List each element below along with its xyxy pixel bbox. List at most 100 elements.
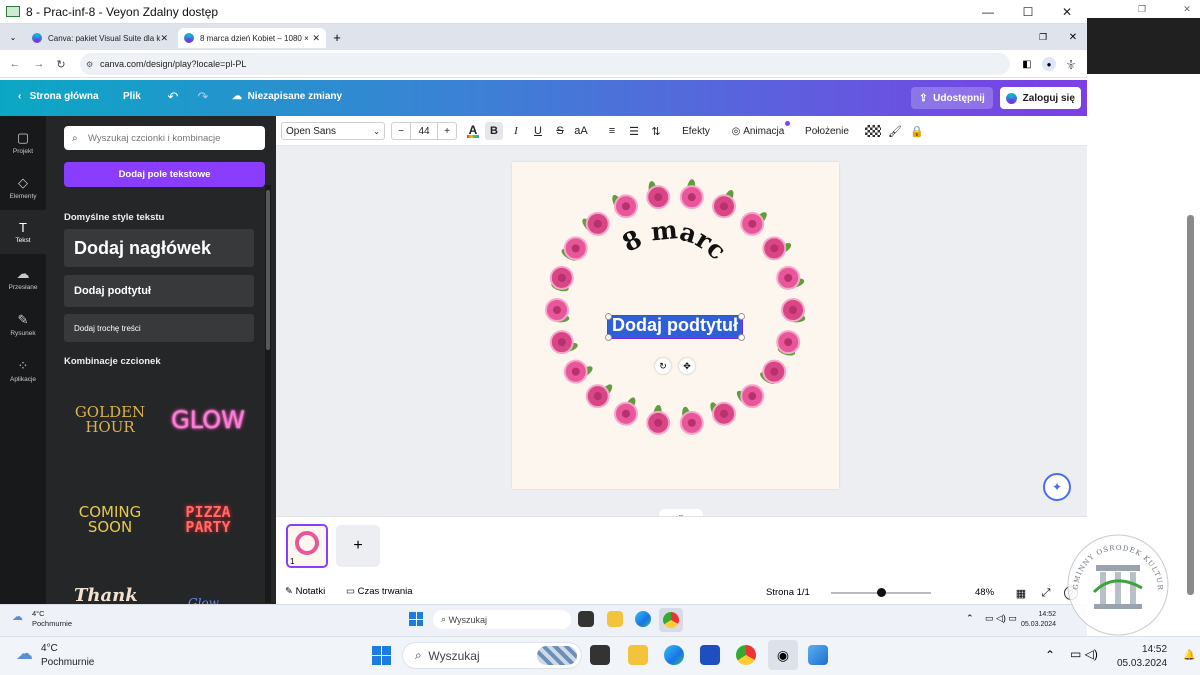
fullscreen-icon[interactable]: ⤢ — [1039, 586, 1053, 600]
grid-view-icon[interactable]: ▦ — [1014, 586, 1028, 600]
tray-chevron-icon[interactable]: ⌃ — [966, 613, 974, 624]
resize-handle[interactable] — [605, 334, 612, 341]
resize-handle[interactable] — [605, 313, 612, 320]
resize-handle[interactable] — [738, 334, 745, 341]
close-tab-icon[interactable]: ✕ — [160, 33, 168, 44]
profile-icon[interactable]: ● — [1042, 57, 1056, 71]
sidepanel-icon[interactable]: ◧ — [1020, 57, 1034, 71]
font-size-increase[interactable]: + — [437, 122, 457, 140]
login-button[interactable]: Zaloguj się — [1000, 87, 1081, 109]
redo-icon[interactable]: ↷ — [195, 89, 211, 105]
taskview-icon[interactable] — [590, 645, 610, 665]
rotate-icon[interactable]: ↻ — [655, 358, 671, 374]
add-heading-button[interactable]: Dodaj nagłówek — [64, 229, 254, 267]
home-link[interactable]: ‹ Strona główna — [18, 91, 99, 102]
zoom-value[interactable]: 48% — [975, 587, 994, 598]
browser-close-icon[interactable]: ✕ — [1066, 30, 1080, 44]
share-button[interactable]: ⇪ Udostępnij — [911, 87, 993, 109]
remote-clock[interactable]: 14:52 05.03.2024 — [1021, 610, 1056, 630]
letter-case-button[interactable]: aA — [572, 122, 590, 140]
host-search-box[interactable]: ⌕ Wyszukaj — [402, 642, 582, 669]
panel-scroll-thumb[interactable] — [266, 190, 270, 350]
menu-dots-icon[interactable]: ⋮ — [1064, 57, 1078, 71]
maximize-button[interactable]: ☐ — [1008, 0, 1048, 24]
effects-button[interactable]: Efekty — [676, 122, 716, 140]
combo-golden-hour[interactable]: GOLDEN HOUR — [64, 392, 156, 448]
new-tab-button[interactable]: + — [330, 30, 344, 45]
font-size-input[interactable]: 44 — [411, 122, 437, 140]
remote-weather[interactable]: 4°C Pochmurnie — [32, 609, 72, 629]
host-weather[interactable]: 4°C Pochmurnie — [41, 642, 94, 670]
rail-item-tekst[interactable]: T Tekst — [0, 210, 46, 254]
align-center-icon[interactable]: ≡ — [603, 122, 621, 140]
selected-text[interactable]: Dodaj podtytuł — [608, 315, 742, 336]
font-size-decrease[interactable]: − — [391, 122, 411, 140]
windows-start-icon[interactable] — [372, 646, 391, 665]
minimize-button[interactable]: — — [968, 0, 1008, 24]
tab-canva-visual-suite[interactable]: Canva: pakiet Visual Suite dla k ✕ — [26, 28, 174, 48]
magic-assistant-icon[interactable]: ✦ — [1043, 473, 1071, 501]
url-field[interactable]: ⚙ canva.com/design/play?locale=pl-PL ☆ — [80, 53, 1076, 75]
rail-item-przeslane[interactable]: ☁ Przesłane — [0, 256, 46, 300]
tray-chevron-icon[interactable]: ⌃ — [1045, 648, 1055, 662]
host-restore-icon[interactable]: ❐ — [1133, 3, 1151, 15]
resize-handle[interactable] — [738, 313, 745, 320]
rail-item-elementy[interactable]: ◇ Elementy — [0, 165, 46, 209]
explorer-icon[interactable] — [628, 645, 648, 665]
duration-button[interactable]: ▭ Czas trwania — [346, 586, 413, 597]
notification-icon[interactable]: 🔔 — [1183, 650, 1195, 661]
font-search-input[interactable]: ⌕ Wyszukaj czcionki i kombinacje — [64, 126, 265, 150]
add-textbox-button[interactable]: Dodaj pole tekstowe — [64, 162, 265, 187]
list-icon[interactable]: ☰ — [625, 122, 643, 140]
rail-item-projekt[interactable]: ▢ Projekt — [0, 120, 46, 164]
host-close-icon[interactable]: ✕ — [1180, 3, 1194, 15]
add-body-button[interactable]: Dodaj trochę treści — [64, 314, 254, 342]
underline-button[interactable]: U — [529, 122, 547, 140]
host-clock[interactable]: 14:52 05.03.2024 — [1117, 643, 1167, 671]
add-page-button[interactable]: + — [336, 525, 380, 567]
store-icon[interactable] — [700, 645, 720, 665]
site-info-icon[interactable]: ⚙ — [86, 60, 93, 69]
combo-thank[interactable]: Thank — [74, 585, 154, 604]
transparency-icon[interactable] — [865, 125, 881, 137]
edge-icon[interactable] — [664, 645, 684, 665]
italic-button[interactable]: I — [507, 122, 525, 140]
paint-roller-icon[interactable]: 🖌 — [887, 122, 903, 140]
tray-network-sound-icon[interactable]: ▭ ◁) — [1070, 647, 1098, 661]
forward-icon[interactable]: → — [32, 57, 46, 71]
close-window-button[interactable]: ✕ — [1047, 0, 1087, 24]
zoom-slider-thumb[interactable] — [877, 588, 886, 597]
undo-icon[interactable]: ↶ — [165, 89, 181, 105]
page-counter[interactable]: Strona 1/1 — [766, 587, 810, 598]
browser-restore-icon[interactable]: ❐ — [1036, 30, 1050, 44]
reload-icon[interactable]: ↻ — [54, 57, 68, 71]
chrome-icon[interactable] — [736, 645, 756, 665]
explorer-icon[interactable] — [607, 611, 623, 627]
move-icon[interactable]: ✥ — [679, 358, 695, 374]
edge-icon[interactable] — [635, 611, 651, 627]
host-scrollbar[interactable] — [1187, 215, 1194, 595]
font-family-select[interactable]: Open Sans ⌄ — [281, 122, 385, 140]
windows-start-icon[interactable] — [409, 612, 423, 626]
spacing-icon[interactable]: ⇅ — [647, 122, 665, 140]
bold-button[interactable]: B — [485, 122, 503, 140]
tray-network-sound-icon[interactable]: ▭ ◁) ▭ — [985, 613, 1017, 624]
taskview-icon[interactable] — [578, 611, 594, 627]
chrome-icon[interactable] — [663, 612, 679, 628]
text-color-button[interactable]: A — [465, 122, 481, 140]
strikethrough-button[interactable]: S — [551, 122, 569, 140]
combo-pizza-party[interactable]: PIZZA PARTY — [162, 492, 254, 548]
position-button[interactable]: Położenie — [802, 122, 852, 140]
tab-design[interactable]: 8 marca dzień Kobiet – 1080 × ✕ — [178, 28, 326, 48]
close-tab-icon[interactable]: ✕ — [312, 33, 320, 44]
combo-glow[interactable]: GLOW — [162, 392, 254, 448]
notes-button[interactable]: ✎ Notatki — [285, 586, 325, 597]
add-subheading-button[interactable]: Dodaj podtytuł — [64, 275, 254, 307]
tab-list-icon[interactable]: ⌄ — [6, 30, 20, 44]
combo-glow-script[interactable]: Glow — [188, 596, 238, 604]
veyon-eye-icon[interactable]: ◉ — [772, 645, 794, 665]
design-page[interactable]: 8 marca Dodaj podtytuł ↻ ✥ — [512, 162, 839, 489]
selected-text-box[interactable]: Dodaj podtytuł — [607, 315, 743, 339]
remote-search-box[interactable]: ⌕ Wyszukaj — [433, 610, 571, 629]
page-thumbnail[interactable]: 1 — [286, 524, 328, 568]
